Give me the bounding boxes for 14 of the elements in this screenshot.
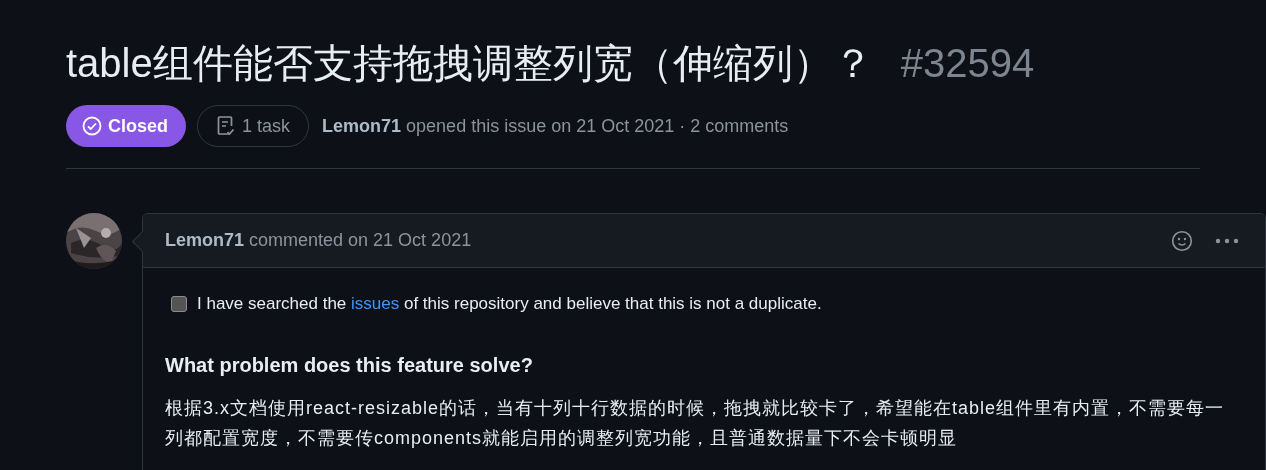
status-badge: Closed	[66, 105, 186, 147]
smiley-icon[interactable]	[1171, 229, 1193, 252]
more-icon[interactable]	[1215, 237, 1239, 244]
body-paragraph: 根据3.x文档使用react-resizable的话，当有十列十行数据的时候，拖拽就比较卡了，希望能在table组件里有内置，不需要每一列都配置宽度，不需要传components就能启用的调整列宽功能，且普通数据量下不会卡顿明显	[165, 397, 1226, 450]
issue-meta: Lemon71 opened this issue on 21 Oct 2021 · 2 comments	[322, 115, 789, 137]
section-heading: What problem does this feature solve?	[165, 354, 534, 377]
checkbox[interactable]	[171, 296, 187, 312]
issues-link[interactable]: issues	[351, 294, 400, 313]
issue-title: table组件能否支持拖拽调整列宽（伸缩列）？	[66, 40, 873, 87]
issue-number: #32594	[900, 41, 1035, 86]
checklist-icon	[216, 115, 236, 137]
comment-meta: Lemon71 commented on 21 Oct 2021	[165, 230, 473, 251]
checklist-text: I have searched the issues of this repository and believe that this is not a duplicate.	[197, 294, 822, 314]
check-circle-icon	[82, 116, 102, 136]
